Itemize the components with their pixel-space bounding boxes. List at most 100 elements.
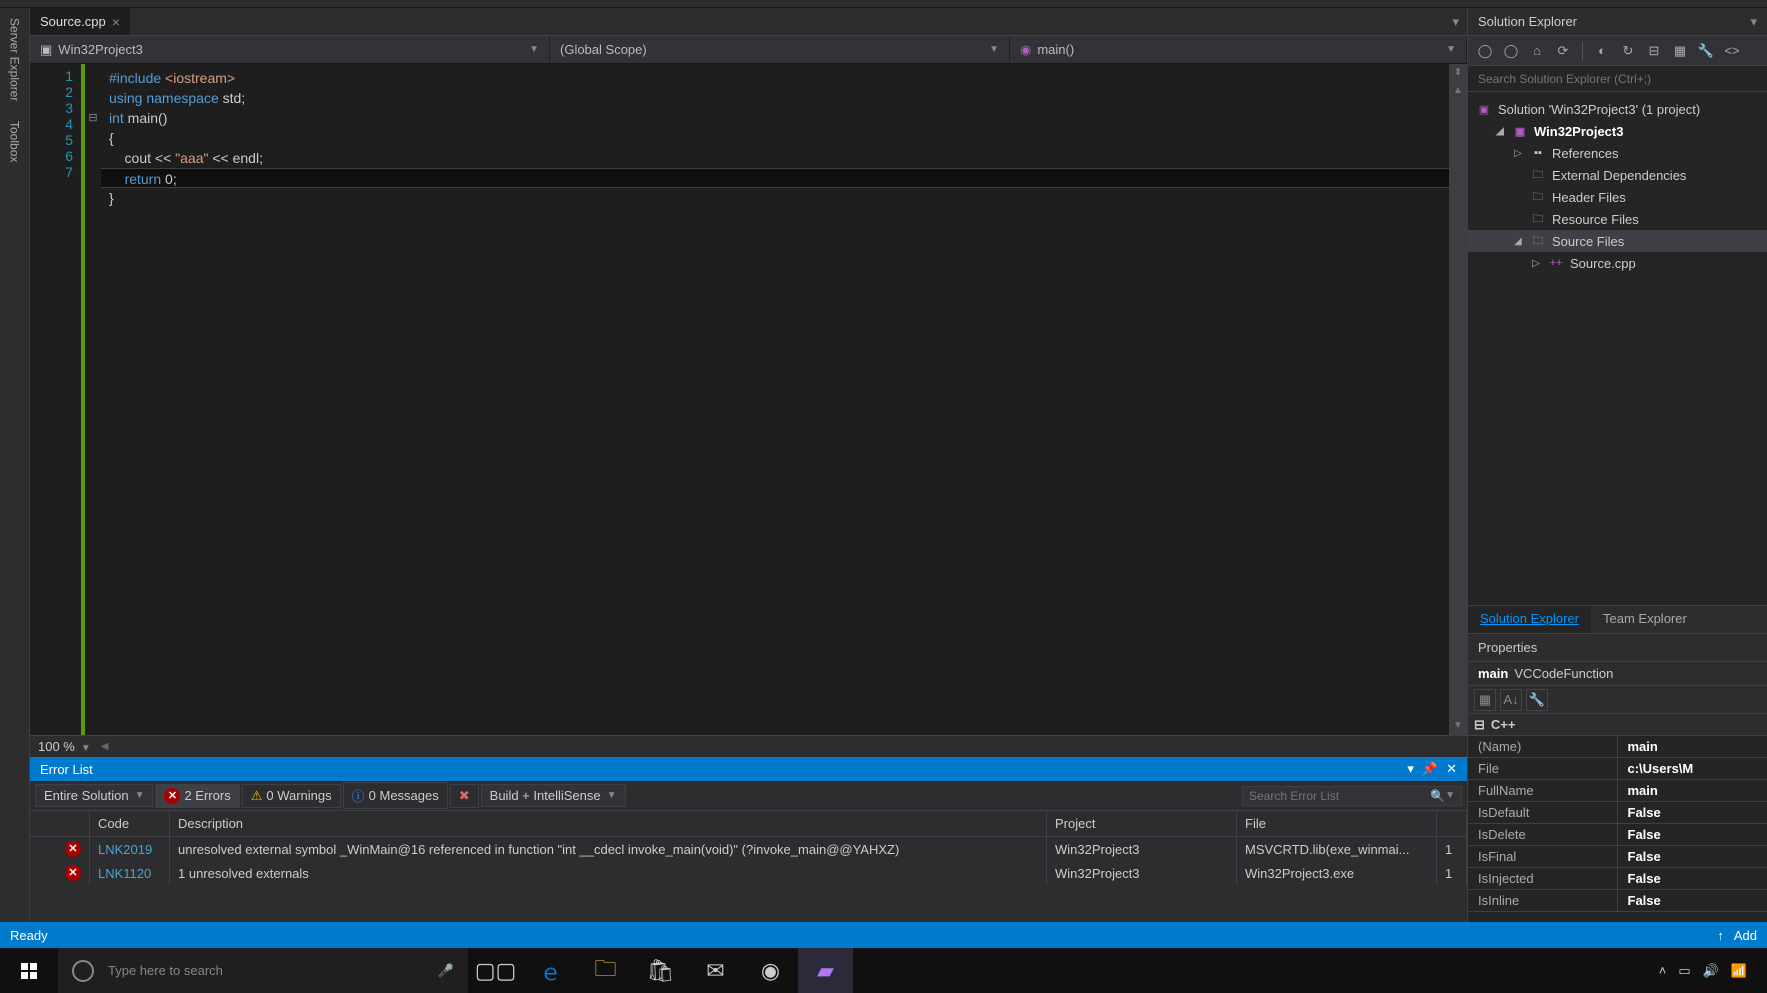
store-icon[interactable]: 🛍 [633,948,688,993]
error-file: Win32Project3.exe [1237,861,1437,885]
taskbar-search[interactable]: Type here to search 🎤 [58,948,468,993]
prop-category[interactable]: ⊟C++ [1468,714,1767,736]
col-file-header[interactable]: File [1237,811,1437,836]
expand-icon[interactable]: ▷ [1512,148,1524,159]
refresh-icon[interactable]: ↻ [1617,40,1639,62]
solution-search-input[interactable] [1468,66,1767,91]
nav-project-dropdown[interactable]: ▣ Win32Project3 ▼ [30,36,550,63]
nav-scope-dropdown[interactable]: (Global Scope) ▼ [550,36,1010,63]
header-files-node[interactable]: 🗀 Header Files [1468,186,1767,208]
edge-icon[interactable]: ｅ [523,948,578,993]
nav-scope-label: (Global Scope) [560,42,647,57]
resource-files-node[interactable]: 🗀 Resource Files [1468,208,1767,230]
prop-row[interactable]: IsFinalFalse [1468,846,1767,868]
file-explorer-icon[interactable]: 🗀 [578,948,633,993]
prop-row[interactable]: IsInlineFalse [1468,890,1767,912]
pin-icon[interactable]: 📌 [1422,761,1438,777]
error-row[interactable]: ✕ LNK1120 1 unresolved externals Win32Pr… [30,861,1467,885]
collapse-icon[interactable]: ⊟ [1643,40,1665,62]
error-search-input[interactable] [1249,789,1430,803]
solution-explorer-tab[interactable]: Solution Explorer [1468,606,1591,633]
chrome-icon[interactable]: ◉ [743,948,798,993]
visual-studio-icon[interactable]: ▰ [798,948,853,993]
wifi-icon[interactable]: 📶 [1731,963,1747,979]
error-row[interactable]: ✕ LNK2019 unresolved external symbol _Wi… [30,837,1467,861]
close-icon[interactable]: × [112,14,120,30]
build-intellisense-dropdown[interactable]: Build + IntelliSense ▼ [481,784,626,807]
publish-icon[interactable]: ↑ [1717,928,1724,943]
prop-value: main [1618,736,1767,757]
code-area[interactable]: #include <iostream> using namespace std;… [101,64,1449,735]
error-list-titlebar[interactable]: Error List ▾ 📌 ✕ [30,757,1467,781]
col-proj-header[interactable]: Project [1047,811,1237,836]
warnings-filter-button[interactable]: ⚠ 0 Warnings [242,784,341,808]
dropdown-icon[interactable]: ▾ [1407,761,1414,777]
zoom-dropdown[interactable]: 100 %▼ [38,739,91,754]
project-node[interactable]: ◢ ▣ Win32Project3 [1468,120,1767,142]
categorized-icon[interactable]: ▦ [1474,689,1496,711]
prop-row[interactable]: FullNamemain [1468,780,1767,802]
split-icon[interactable]: ⬍ [1449,64,1467,82]
toolbox-tab[interactable]: Toolbox [8,121,22,162]
mail-icon[interactable]: ✉ [688,948,743,993]
tab-overflow-button[interactable]: ▾ [1444,14,1467,30]
sync-icon[interactable]: ⟳ [1552,40,1574,62]
scope-icon[interactable]: ◐ [1591,40,1613,62]
status-add[interactable]: Add [1734,928,1757,943]
preview-icon[interactable]: <> [1721,40,1743,62]
scroll-left-icon[interactable]: ◀ [101,741,109,752]
source-files-node[interactable]: ◢ 🗀 Source Files [1468,230,1767,252]
warning-icon: ⚠ [251,788,263,804]
show-all-icon[interactable]: ▦ [1669,40,1691,62]
task-view-icon[interactable]: ▢▢ [468,948,523,993]
error-code-link[interactable]: LNK2019 [98,842,152,857]
col-code-header[interactable]: Code [90,811,170,836]
expand-icon[interactable]: ◢ [1512,236,1524,247]
forward-icon[interactable]: ◯ [1500,40,1522,62]
clear-filter-button[interactable]: ✖ [450,784,479,808]
project-label: Win32Project3 [1534,124,1623,139]
server-explorer-tab[interactable]: Server Explorer [8,18,22,101]
solution-node[interactable]: ▣ Solution 'Win32Project3' (1 project) [1468,98,1767,120]
fold-toggle[interactable]: ⊟ [85,108,101,128]
taskbar-search-placeholder: Type here to search [108,963,223,978]
solution-search-box[interactable] [1468,66,1767,92]
chevron-down-icon[interactable]: ▼ [1445,790,1455,801]
references-node[interactable]: ▷ ▪▪ References [1468,142,1767,164]
editor-vertical-scrollbar[interactable]: ⬍ ▲ ▼ [1449,64,1467,735]
prop-row[interactable]: (Name)main [1468,736,1767,758]
tray-chevron-icon[interactable]: ˄ [1659,963,1667,978]
prop-row[interactable]: IsDeleteFalse [1468,824,1767,846]
back-icon[interactable]: ◯ [1474,40,1496,62]
source-cpp-node[interactable]: ▷ ++ Source.cpp [1468,252,1767,274]
scroll-up-icon[interactable]: ▲ [1449,82,1467,100]
mic-icon[interactable]: 🎤 [438,963,454,979]
start-button[interactable] [0,948,58,993]
external-deps-node[interactable]: 🗀 External Dependencies [1468,164,1767,186]
property-pages-icon[interactable]: 🔧 [1526,689,1548,711]
alphabetical-icon[interactable]: A↓ [1500,689,1522,711]
prop-row[interactable]: IsInjectedFalse [1468,868,1767,890]
battery-icon[interactable]: ▭ [1678,963,1690,979]
dropdown-icon[interactable]: ▾ [1750,14,1757,30]
close-icon[interactable]: ✕ [1446,761,1457,777]
errors-filter-button[interactable]: ✕ 2 Errors [155,784,239,808]
scope-dropdown[interactable]: Entire Solution ▼ [35,784,153,807]
folder-icon: 🗀 [1530,167,1546,183]
volume-icon[interactable]: 🔊 [1703,963,1719,979]
scroll-down-icon[interactable]: ▼ [1449,717,1467,735]
home-icon[interactable]: ⌂ [1526,40,1548,62]
team-explorer-tab[interactable]: Team Explorer [1591,606,1699,633]
prop-row[interactable]: Filec:\Users\M [1468,758,1767,780]
expand-icon[interactable]: ◢ [1494,126,1506,137]
error-code-link[interactable]: LNK1120 [98,866,151,881]
prop-row[interactable]: IsDefaultFalse [1468,802,1767,824]
nav-function-dropdown[interactable]: ◉ main() ▼ [1010,36,1467,63]
properties-icon[interactable]: 🔧 [1695,40,1717,62]
code-editor[interactable]: 1 2 3 4 5 6 7 ⊟ #include <iostream> usin… [30,64,1467,735]
expand-icon[interactable]: ▷ [1530,258,1542,269]
file-tab-source-cpp[interactable]: Source.cpp × [30,8,130,35]
error-search-box[interactable]: 🔍 ▼ [1242,786,1462,806]
col-desc-header[interactable]: Description [170,811,1047,836]
messages-filter-button[interactable]: ⓘ 0 Messages [343,782,448,809]
